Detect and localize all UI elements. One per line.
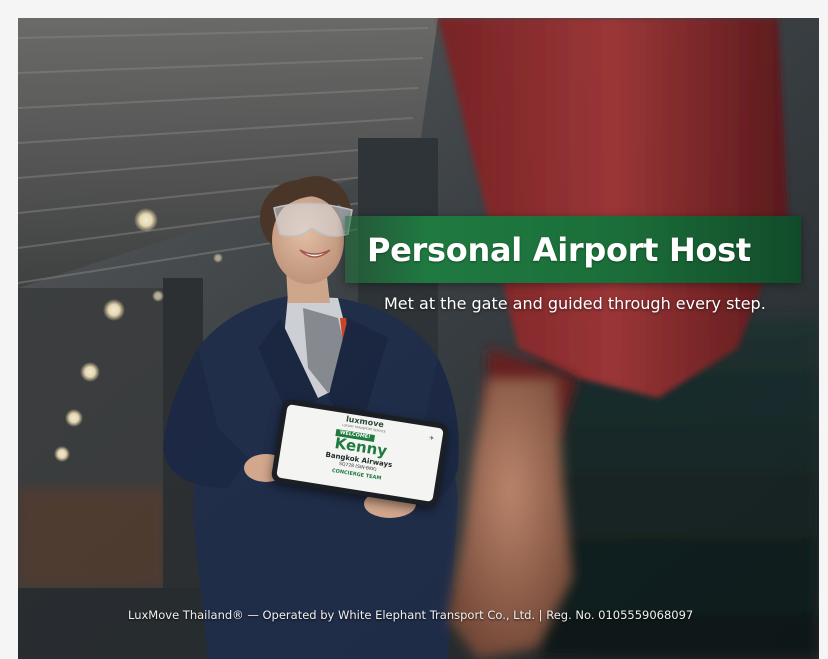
banner-subtitle: Met at the gate and guided through every… (384, 294, 766, 313)
image-frame: luxmove LUXURY TRANSPORT SERVICE ✈ WELCO… (0, 0, 828, 659)
hero-photo: luxmove LUXURY TRANSPORT SERVICE ✈ WELCO… (18, 18, 819, 659)
title-banner: Personal Airport Host (345, 216, 801, 283)
photo-scene (18, 18, 819, 659)
airplane-icon: ✈ (428, 434, 435, 443)
banner-title: Personal Airport Host (367, 230, 751, 269)
footer-legal-text: LuxMove Thailand® — Operated by White El… (128, 608, 694, 622)
